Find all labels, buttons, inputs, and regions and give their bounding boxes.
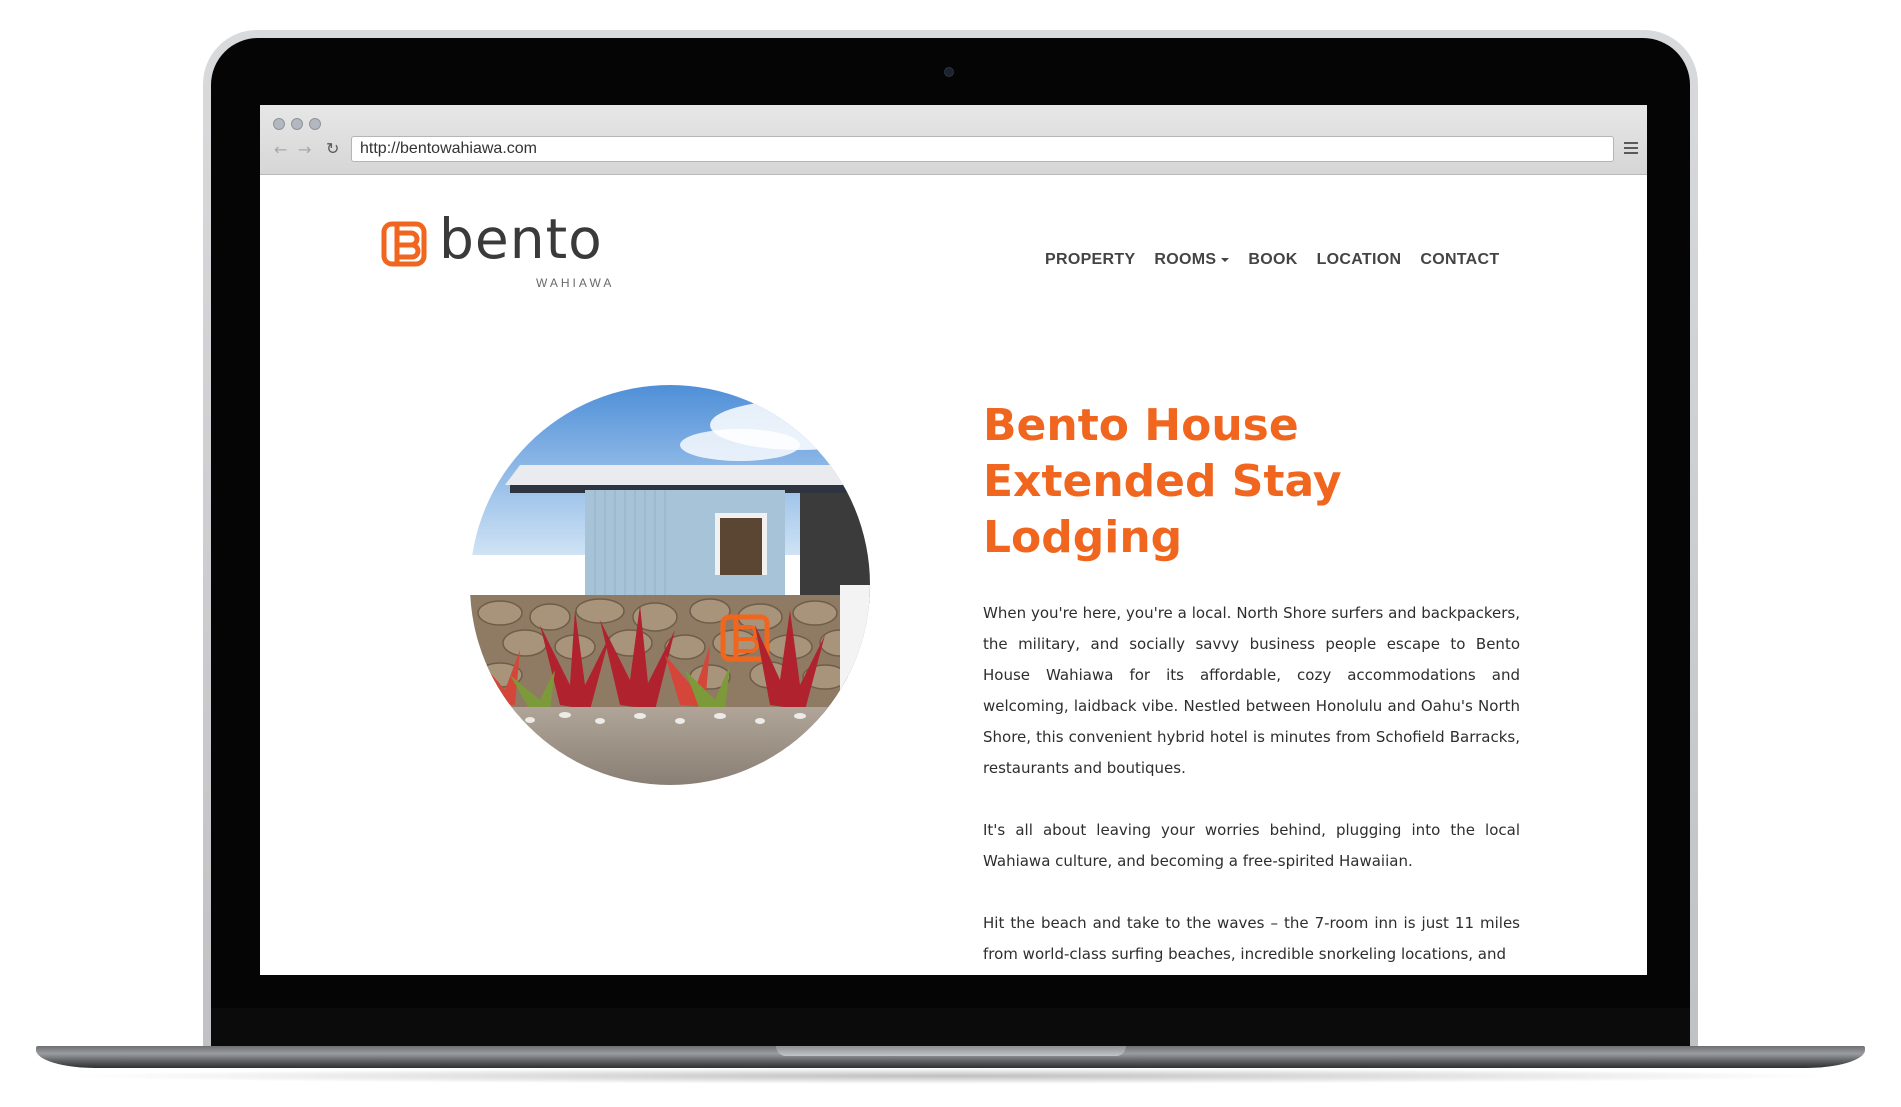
nav-rooms[interactable]: ROOMS — [1154, 251, 1230, 269]
laptop-hinge-notch — [776, 1046, 1126, 1056]
nav-location[interactable]: LOCATION — [1317, 251, 1402, 269]
logo-subtitle: WAHIAWA — [536, 276, 615, 290]
reload-icon[interactable]: ↻ — [326, 141, 339, 157]
nav-contact[interactable]: CONTACT — [1420, 251, 1499, 269]
nav-book[interactable]: BOOK — [1248, 251, 1297, 269]
browser-toolbar: ← → ↻ http://bentowahiawa.com — [260, 105, 1647, 175]
window-zoom-button[interactable] — [309, 118, 321, 130]
nav-property[interactable]: PROPERTY — [1045, 251, 1135, 269]
page-title: Bento House Extended Stay Lodging — [983, 400, 1342, 563]
hero-photo — [470, 385, 870, 785]
chevron-down-icon — [1221, 257, 1230, 262]
webcam — [944, 67, 954, 77]
address-bar[interactable]: http://bentowahiawa.com — [351, 136, 1614, 162]
bento-logo-icon[interactable] — [381, 221, 427, 267]
logo-wordmark[interactable]: bento — [439, 209, 603, 269]
laptop-shadow — [60, 1068, 1841, 1084]
screen: ← → ↻ http://bentowahiawa.com bento WAHI… — [260, 105, 1647, 975]
window-close-button[interactable] — [273, 118, 285, 130]
laptop-chin — [211, 1008, 1690, 1048]
main-nav: PROPERTY ROOMS BOOK LOCATION CONTACT — [1045, 251, 1518, 269]
intro-paragraph: When you're here, you're a local. North … — [983, 604, 1520, 777]
back-arrow-icon[interactable]: ← — [274, 142, 287, 158]
forward-arrow-icon[interactable]: → — [298, 142, 311, 158]
intro-paragraph: It's all about leaving your worries behi… — [983, 821, 1520, 870]
intro-text: When you're here, you're a local. North … — [983, 598, 1520, 975]
hamburger-menu-icon[interactable] — [1624, 142, 1638, 154]
window-minimize-button[interactable] — [291, 118, 303, 130]
intro-paragraph: Hit the beach and take to the waves – th… — [983, 914, 1520, 963]
